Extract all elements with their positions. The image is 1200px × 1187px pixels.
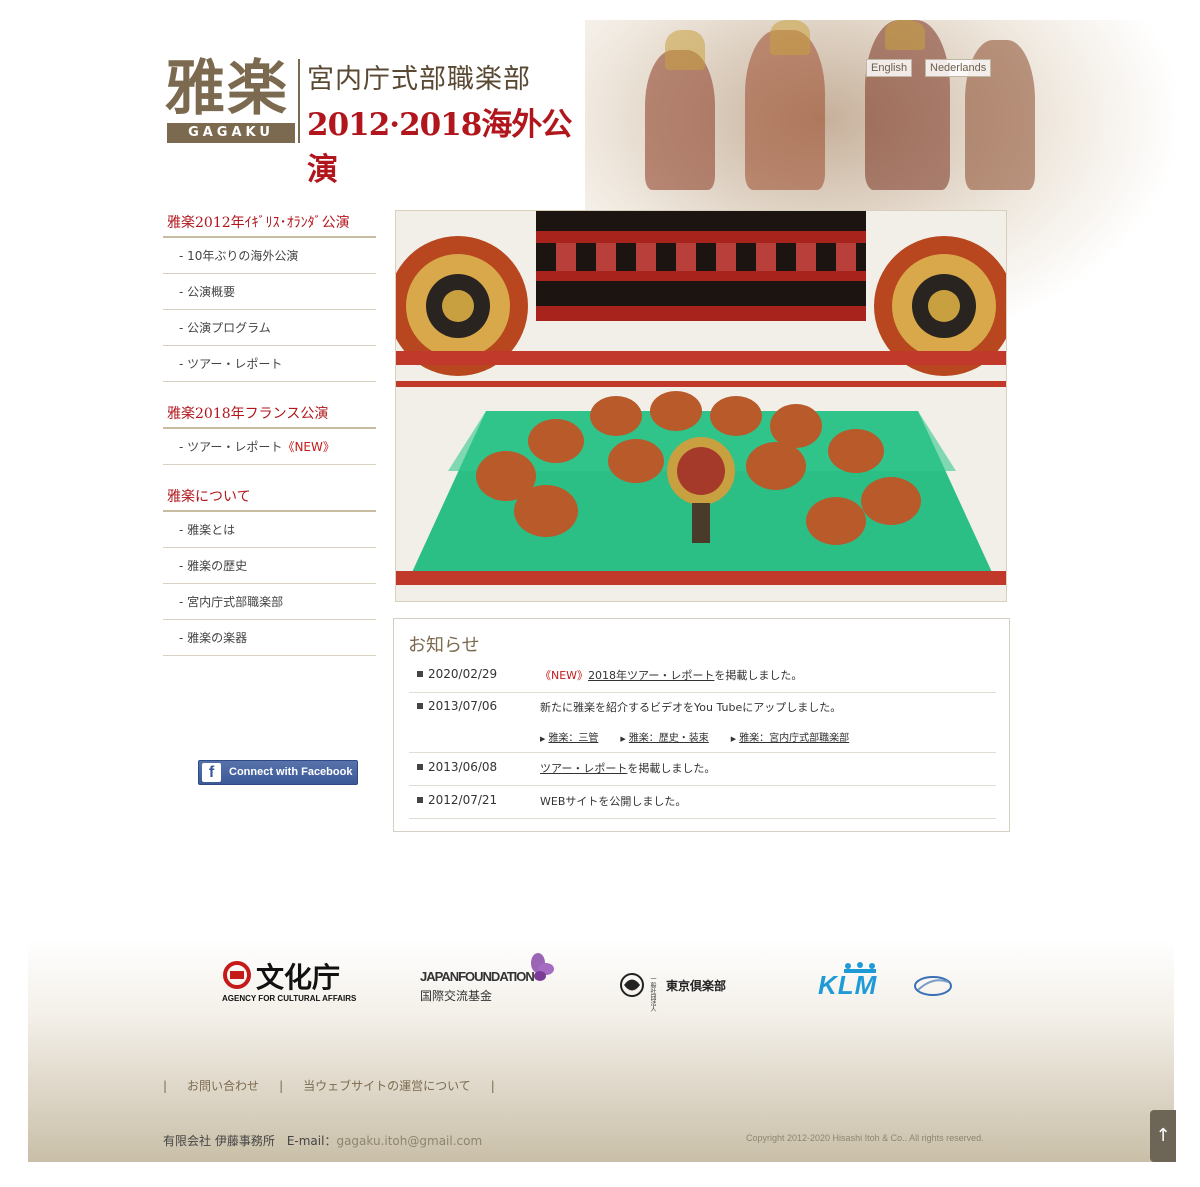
sidebar-item-history[interactable]: - 雅楽の歴史 — [163, 548, 376, 584]
footer-link-contact[interactable]: お問い合わせ — [187, 1079, 259, 1093]
sidebar-section-2012: 雅楽2012年ｲｷﾞﾘｽ･ｵﾗﾝﾀﾞ公演 - 10年ぶりの海外公演 - 公演概要… — [163, 212, 376, 382]
sidebar-title-about[interactable]: 雅楽について — [163, 486, 376, 512]
news-row: 2020/02/29 《NEW》2018年ツアー・レポートを掲載しました。 — [409, 667, 996, 693]
sidebar-section-about: 雅楽について - 雅楽とは - 雅楽の歴史 - 宮内庁式部職楽部 - 雅楽の楽器 — [163, 486, 376, 656]
jf-japanese-name: 国際交流基金 — [420, 989, 493, 1003]
new-badge: 《NEW》 — [540, 669, 589, 682]
sponsor-japan-foundation[interactable]: JAPANFOUNDATION 国際交流基金 — [420, 953, 560, 1005]
sidebar-section-2018: 雅楽2018年フランス公演 - ツアー・レポート《NEW》 — [163, 403, 376, 465]
sidebar-item-instruments[interactable]: - 雅楽の楽器 — [163, 620, 376, 656]
footer-separator: | — [279, 1079, 284, 1093]
sidebar-item-program[interactable]: - 公演プログラム — [163, 310, 376, 346]
lang-dutch-button[interactable]: Nederlands — [925, 59, 992, 77]
sidebar-item-tour-report-2012[interactable]: - ツアー・レポート — [163, 346, 376, 382]
news-date: 2012/07/21 — [417, 793, 497, 807]
sidebar-title-2012[interactable]: 雅楽2012年ｲｷﾞﾘｽ･ｵﾗﾝﾀﾞ公演 — [163, 212, 376, 238]
news-text: 新たに雅楽を紹介するビデオをYou Tubeにアップしました。 — [540, 701, 842, 714]
contact-email-link[interactable]: gagaku.itoh@gmail.com — [336, 1134, 482, 1148]
tokyo-club-name: 東京倶楽部 — [666, 979, 727, 993]
jf-butterfly-icon — [531, 953, 554, 981]
jf-name: JAPANFOUNDATION — [420, 969, 535, 984]
facebook-connect-button[interactable]: f Connect with Facebook — [198, 760, 358, 785]
news-title: お知らせ — [408, 635, 480, 656]
bunkacho-name: 文化庁 — [256, 961, 341, 994]
sidebar-item-label: - ツアー・レポート — [179, 440, 283, 454]
sponsor-bunkacho[interactable]: 文化庁 AGENCY FOR CULTURAL AFFAIRS — [220, 960, 360, 1006]
sidebar-item-music-department[interactable]: - 宮内庁式部職楽部 — [163, 584, 376, 620]
news-date: 2020/02/29 — [417, 667, 497, 681]
sidebar-item-first-in-10-years[interactable]: - 10年ぶりの海外公演 — [163, 238, 376, 274]
sidebar-item-tour-report-2018[interactable]: - ツアー・レポート《NEW》 — [163, 429, 376, 465]
new-badge: 《NEW》 — [282, 440, 335, 454]
arrow-up-icon: ↑ — [1155, 1125, 1171, 1146]
news-link-tour-report-2018[interactable]: 2018年ツアー・レポート — [588, 669, 714, 682]
company-name: 有限会社 伊藤事務所 E-mail： — [163, 1134, 337, 1148]
news-text: 《NEW》2018年ツアー・レポートを掲載しました。 — [540, 667, 802, 683]
news-row: 2012/07/21 WEBサイトを公開しました。 — [409, 793, 996, 819]
facebook-button-label: Connect with Facebook — [229, 766, 353, 778]
facebook-icon: f — [202, 763, 221, 782]
main-gagaku-photo — [395, 210, 1007, 602]
scroll-to-top-button[interactable]: ↑ — [1150, 1110, 1176, 1162]
news-text-suffix: を掲載しました。 — [627, 762, 716, 775]
logo-subtitle: 宮内庁式部職楽部 — [307, 64, 531, 95]
news-row: 2013/06/08 ツアー・レポートを掲載しました。 — [409, 760, 996, 786]
news-row: 2013/07/06 新たに雅楽を紹介するビデオをYou Tubeにアップしまし… — [409, 699, 996, 753]
footer — [28, 940, 1174, 1162]
footer-company: 有限会社 伊藤事務所 E-mail：gagaku.itoh@gmail.com — [163, 1132, 482, 1149]
tokyo-club-prefix: 一般社団法人 — [649, 976, 656, 1012]
footer-separator: | — [490, 1079, 495, 1093]
news-text-suffix: を掲載しました。 — [714, 669, 803, 682]
skyteam-logo-icon — [914, 976, 952, 996]
footer-links: | お問い合わせ | 当ウェブサイトの運営について | — [163, 1077, 505, 1094]
footer-separator: | — [163, 1079, 168, 1093]
logo-divider — [298, 59, 300, 143]
bunkacho-english: AGENCY FOR CULTURAL AFFAIRS — [222, 994, 357, 1003]
sidebar-item-overview[interactable]: - 公演概要 — [163, 274, 376, 310]
footer-link-about-site[interactable]: 当ウェブサイトの運営について — [303, 1079, 471, 1093]
logo-romaji: GAGAKU — [167, 123, 295, 143]
video-sublinks: 雅楽：三管 雅楽：歴史・装束 雅楽：宮内庁式部職楽部 — [540, 729, 871, 744]
news-date: 2013/06/08 — [417, 760, 497, 774]
logo-years: 2012·2018海外公演 — [307, 107, 572, 188]
news-link-tour-report[interactable]: ツアー・レポート — [540, 762, 627, 775]
logo-kanji: 雅楽 — [165, 54, 289, 124]
news-date: 2013/07/06 — [417, 699, 497, 713]
news-text: ツアー・レポートを掲載しました。 — [540, 760, 715, 776]
video-link-music-department[interactable]: 雅楽：宮内庁式部職楽部 — [731, 733, 849, 744]
lang-english-button[interactable]: English — [866, 59, 913, 77]
sponsor-klm[interactable]: KLM — [818, 962, 954, 1002]
video-link-history[interactable]: 雅楽：歴史・装束 — [620, 733, 709, 744]
bunkacho-logo-icon — [223, 961, 251, 989]
site-logo[interactable]: 雅楽 GAGAKU 宮内庁式部職楽部 2012·2018海外公演 — [165, 54, 585, 188]
sidebar-item-what-is-gagaku[interactable]: - 雅楽とは — [163, 512, 376, 548]
klm-wordmark: KLM — [818, 970, 878, 1000]
sponsor-tokyo-club[interactable]: 一般社団法人 東京倶楽部 — [618, 972, 758, 1012]
sidebar-title-2018[interactable]: 雅楽2018年フランス公演 — [163, 403, 376, 429]
news-box: お知らせ 2020/02/29 《NEW》2018年ツアー・レポートを掲載しまし… — [393, 618, 1010, 832]
page: 雅楽 GAGAKU 宮内庁式部職楽部 2012·2018海外公演 English… — [0, 0, 1200, 1187]
copyright: Copyright 2012-2020 Hisashi Itoh & Co.. … — [746, 1133, 984, 1143]
tokyo-club-crest-icon — [620, 973, 644, 997]
news-text: WEBサイトを公開しました。 — [540, 795, 687, 808]
video-link-sankan[interactable]: 雅楽：三管 — [540, 733, 598, 744]
